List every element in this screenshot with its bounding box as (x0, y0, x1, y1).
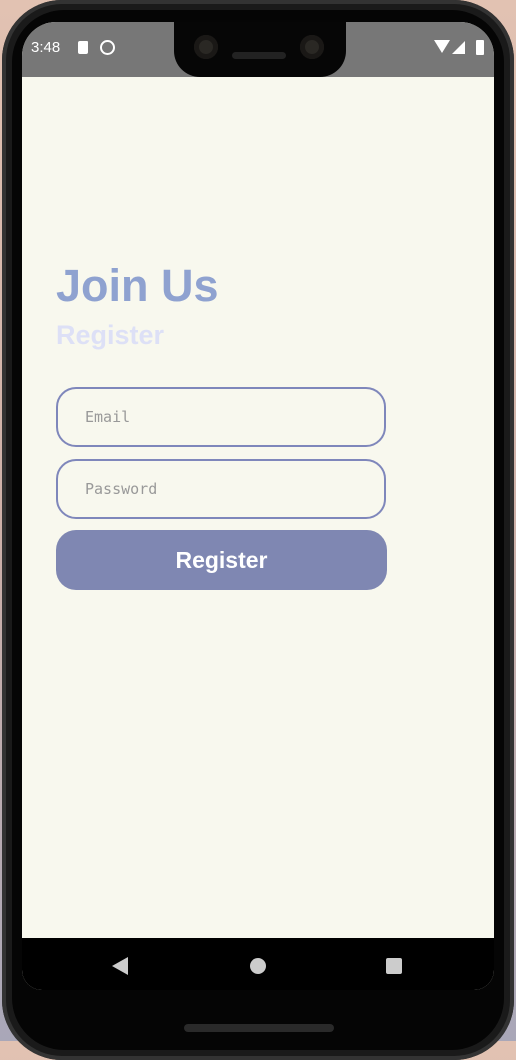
password-input[interactable]: Password (56, 459, 386, 519)
page-title: Join Us (56, 260, 219, 311)
sync-icon (100, 40, 115, 55)
signal-icon (452, 41, 465, 54)
wifi-icon (434, 40, 450, 53)
page-subtitle: Register (56, 320, 165, 350)
home-icon[interactable] (250, 958, 266, 974)
register-screen: Join Us Register Email Password Register (22, 77, 494, 938)
password-placeholder: Password (85, 480, 158, 498)
camera-notch (174, 22, 346, 77)
back-icon[interactable] (112, 957, 128, 975)
status-time: 3:48 (31, 39, 61, 56)
email-input[interactable]: Email (56, 387, 386, 447)
speaker-grille (232, 52, 286, 59)
bottom-speaker (184, 1024, 334, 1032)
navigation-bar (22, 938, 494, 990)
sd-card-icon (78, 41, 88, 54)
camera-icon (300, 35, 324, 59)
email-placeholder: Email (85, 408, 131, 426)
recents-icon[interactable] (386, 958, 402, 974)
battery-icon (476, 40, 484, 55)
register-button[interactable]: Register (56, 530, 387, 590)
camera-icon (194, 35, 218, 59)
screen: 3:48 Join Us Register Email Password Reg… (22, 22, 494, 990)
